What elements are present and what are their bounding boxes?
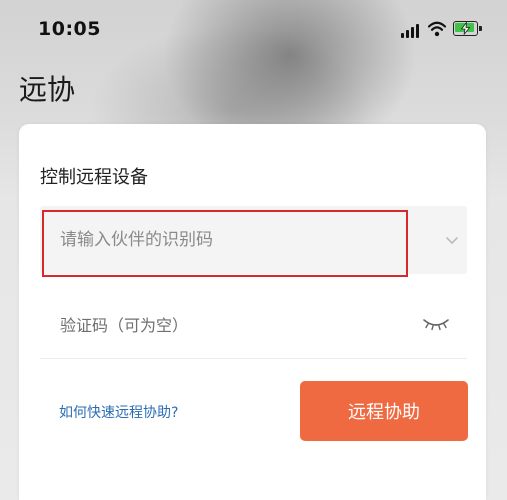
- section-title: 控制远程设备: [40, 167, 148, 188]
- status-bar: 10:05: [0, 0, 507, 60]
- chevron-down-icon[interactable]: [440, 228, 464, 252]
- partner-id-input[interactable]: [40, 206, 410, 274]
- help-link[interactable]: 如何快速远程协助?: [59, 402, 178, 422]
- remote-control-card: 控制远程设备 如何快速远程协助? 远程协助: [19, 124, 486, 500]
- page-title: 远协: [19, 73, 76, 106]
- battery-charging-icon: [453, 21, 483, 36]
- wifi-icon: [428, 21, 446, 37]
- partner-id-field: [40, 206, 467, 274]
- status-time: 10:05: [38, 18, 101, 40]
- verification-code-input[interactable]: [40, 294, 410, 356]
- remote-assist-button[interactable]: 远程协助: [300, 381, 468, 441]
- cellular-signal-icon: [401, 24, 423, 38]
- eye-closed-icon[interactable]: [421, 312, 451, 334]
- verification-code-field: [40, 294, 467, 359]
